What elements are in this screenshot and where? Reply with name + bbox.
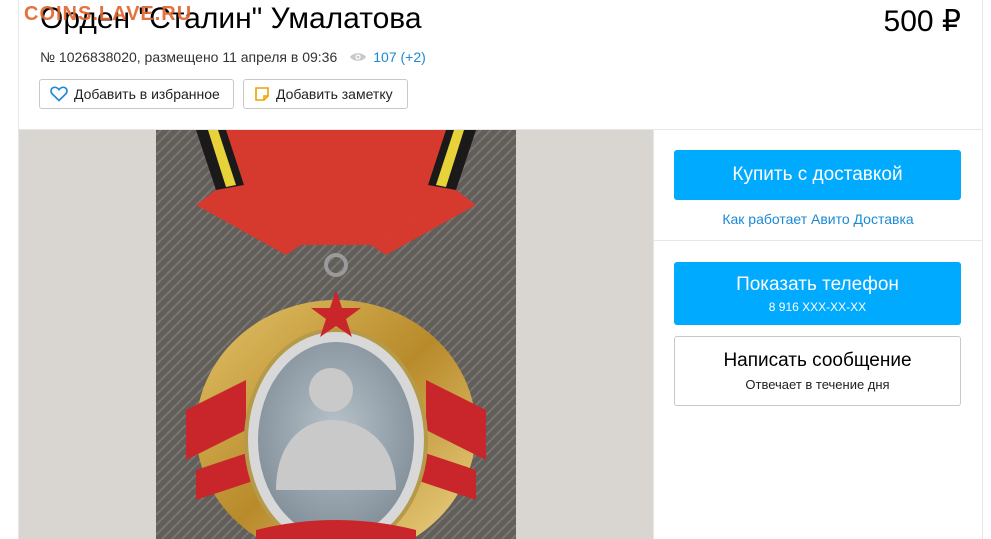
views-count: 107 (+2) — [373, 49, 426, 65]
eye-icon — [349, 51, 367, 63]
sidebar-section-divider — [654, 240, 982, 241]
listing-photo-main — [156, 130, 516, 539]
response-time-label: Отвечает в течение дня — [745, 377, 890, 392]
listing-photo[interactable] — [19, 130, 653, 539]
phone-number-masked: 8 916 XXX-XX-XX — [768, 299, 867, 314]
add-note-label: Добавить заметку — [276, 86, 393, 102]
listing-meta: № 1026838020, размещено 11 апреля в 09:3… — [40, 49, 426, 65]
show-phone-label: Показать телефон — [736, 273, 899, 295]
add-to-favorites-label: Добавить в избранное — [74, 86, 220, 102]
delivery-info-link[interactable]: Как работает Авито Доставка — [654, 211, 982, 227]
add-to-favorites-button[interactable]: Добавить в избранное — [39, 79, 234, 109]
note-icon — [254, 86, 270, 102]
write-message-label: Написать сообщение — [723, 350, 912, 371]
watermark: COINS.LAVE.RU — [24, 3, 193, 25]
sidebar-divider — [653, 130, 654, 539]
add-note-button[interactable]: Добавить заметку — [243, 79, 408, 109]
order-medal-image — [156, 130, 516, 539]
show-phone-button[interactable]: Показать телефон 8 916 XXX-XX-XX — [674, 262, 961, 325]
listing-price: 500 ₽ — [883, 5, 961, 38]
write-message-button[interactable]: Написать сообщение Отвечает в течение дн… — [674, 336, 961, 406]
listing-id-date: № 1026838020, размещено 11 апреля в 09:3… — [40, 49, 338, 65]
buy-with-delivery-button[interactable]: Купить с доставкой — [674, 150, 961, 200]
heart-icon — [50, 86, 68, 102]
